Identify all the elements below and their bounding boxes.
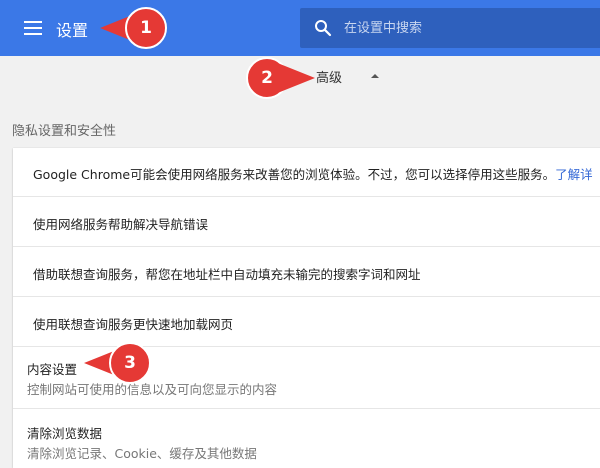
clear-data-row[interactable]: 清除浏览数据 清除浏览记录、Cookie、缓存及其他数据: [13, 408, 600, 468]
google-services-text: Google Chrome可能会使用网络服务来改善您的浏览体验。不过，您可以选择…: [33, 167, 556, 182]
google-services-row: Google Chrome可能会使用网络服务来改善您的浏览体验。不过，您可以选择…: [13, 148, 600, 196]
search-box[interactable]: [300, 8, 600, 48]
autocomplete-label: 借助联想查询服务，帮您在地址栏中自动填充未输完的搜索字词和网址: [33, 267, 421, 282]
hamburger-menu-icon[interactable]: [24, 21, 42, 35]
callout-2-number: 2: [261, 68, 273, 88]
callout-1-number: 1: [140, 18, 152, 38]
nav-errors-row[interactable]: 使用网络服务帮助解决导航错误: [13, 196, 600, 246]
callout-3-number: 3: [124, 353, 136, 373]
settings-header: 设置: [0, 0, 600, 56]
nav-errors-label: 使用网络服务帮助解决导航错误: [33, 217, 209, 232]
learn-more-link[interactable]: 了解详: [555, 167, 593, 182]
clear-data-subtitle: 清除浏览记录、Cookie、缓存及其他数据: [27, 446, 257, 461]
prefetch-label: 使用联想查询服务更快速地加载网页: [33, 317, 234, 332]
privacy-section-title: 隐私设置和安全性: [12, 124, 117, 139]
privacy-settings-card: Google Chrome可能会使用网络服务来改善您的浏览体验。不过，您可以选择…: [13, 148, 600, 468]
page-title: 设置: [56, 21, 89, 40]
search-icon: [315, 20, 332, 37]
advanced-toggle[interactable]: 高级: [316, 68, 342, 90]
prefetch-row[interactable]: 使用联想查询服务更快速地加载网页: [13, 296, 600, 346]
content-settings-title: 内容设置: [27, 362, 78, 377]
clear-data-title: 清除浏览数据: [27, 426, 103, 441]
autocomplete-row[interactable]: 借助联想查询服务，帮您在地址栏中自动填充未输完的搜索字词和网址: [13, 246, 600, 296]
search-input[interactable]: [344, 8, 594, 48]
chevron-up-icon[interactable]: [371, 73, 379, 79]
